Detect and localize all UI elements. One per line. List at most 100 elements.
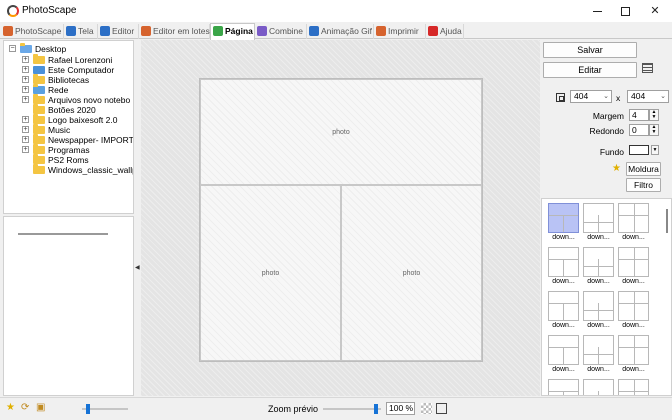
tab-label: Imprimir — [388, 26, 419, 36]
layout-template-item[interactable]: down... — [618, 203, 649, 243]
tab-combine[interactable]: Combine — [255, 24, 307, 39]
tree-item-desktop[interactable]: − Desktop — [4, 43, 132, 54]
zoom-preview-slider[interactable] — [323, 404, 381, 414]
tree-item[interactable]: + Bibliotecas — [4, 74, 132, 85]
editor-icon — [100, 26, 110, 36]
tree-item[interactable]: Windows_classic_wallp — [4, 164, 133, 175]
expand-toggle-icon[interactable]: + — [22, 76, 29, 83]
layout-template-item[interactable]: down... — [618, 247, 649, 287]
folder-files-panel[interactable] — [3, 216, 134, 396]
tab-editor[interactable]: Editor — [98, 24, 139, 39]
folder-tree[interactable]: − Desktop + Rafael Lorenzoni + Este Computado… — [3, 40, 134, 214]
collapse-arrow-icon[interactable]: ◀ — [135, 264, 140, 271]
folder-icon — [33, 94, 45, 104]
chevron-down-icon: ⌄ — [603, 93, 609, 100]
open-folder-icon[interactable]: ▣ — [36, 403, 46, 413]
fit-to-window-icon[interactable] — [436, 403, 447, 414]
margin-input[interactable]: 4 — [629, 109, 649, 121]
tree-item[interactable]: Botões 2020 — [4, 104, 132, 115]
tab-p-gina[interactable]: Página — [210, 23, 255, 40]
expand-toggle-icon[interactable]: + — [22, 66, 29, 73]
background-color-swatch[interactable] — [629, 145, 649, 155]
layout-template-caption: down... — [552, 366, 575, 373]
width-select[interactable]: 404 ⌄ — [570, 90, 612, 103]
tab-photoscape[interactable]: PhotoScape — [1, 24, 64, 39]
expand-toggle-icon[interactable]: + — [22, 96, 29, 103]
horizontal-scrollbar[interactable] — [18, 233, 108, 235]
favorite-star-icon[interactable]: ★ — [612, 163, 621, 174]
tree-item[interactable]: + Arquivos novo notebo — [4, 94, 132, 105]
layout-template-item[interactable]: down... — [583, 335, 614, 375]
expand-toggle-icon[interactable]: + — [22, 126, 29, 133]
height-select[interactable]: 404 ⌄ — [627, 90, 669, 103]
photo-cell[interactable]: photo — [200, 185, 341, 361]
tree-item[interactable]: + Newspapper- IMPORT — [4, 134, 133, 145]
expand-toggle-icon[interactable]: + — [22, 136, 29, 143]
photo-cell[interactable]: photo — [200, 79, 482, 185]
list-view-icon[interactable] — [642, 63, 653, 73]
layout-template-item[interactable]: down... — [583, 247, 614, 287]
photo-cell[interactable]: photo — [341, 185, 482, 361]
tree-item[interactable]: + Programas — [4, 144, 132, 155]
filter-button[interactable]: Filtro — [626, 178, 661, 192]
libraries-icon — [33, 74, 45, 84]
vertical-scrollbar[interactable] — [666, 209, 668, 233]
maximize-button[interactable] — [608, 0, 642, 22]
folder-icon — [33, 164, 45, 174]
expand-toggle-icon[interactable]: + — [22, 116, 29, 123]
folder-icon — [33, 134, 45, 144]
layout-template-item[interactable]: down... — [618, 379, 649, 395]
layout-templates-list[interactable]: down... down... down... down... down... down.… — [541, 198, 672, 396]
tab-anima-o-gif[interactable]: Animação Gif — [307, 24, 374, 39]
layout-template-item[interactable]: down... — [583, 203, 614, 243]
layout-preview-icon — [548, 247, 579, 277]
layout-template-item[interactable]: down... — [548, 247, 579, 287]
tree-item[interactable]: + Rafael Lorenzoni — [4, 54, 132, 65]
layout-template-item[interactable]: down... — [618, 291, 649, 331]
tree-item-label: Rafael Lorenzoni — [48, 55, 113, 65]
tab-imprimir[interactable]: Imprimir — [374, 24, 426, 39]
slider-knob[interactable] — [374, 404, 378, 414]
layout-template-caption: down... — [622, 366, 645, 373]
background-color-dropdown[interactable]: ▼ — [651, 145, 659, 155]
favorite-star-icon[interactable]: ★ — [6, 403, 16, 413]
layout-template-item[interactable]: down... — [548, 203, 579, 243]
tree-item[interactable]: PS2 Roms — [4, 154, 132, 165]
expand-toggle-icon[interactable]: + — [22, 86, 29, 93]
slider-knob[interactable] — [86, 404, 90, 414]
collapse-toggle-icon[interactable]: − — [9, 45, 16, 52]
layout-template-item[interactable]: down... — [548, 379, 579, 395]
tree-item[interactable]: + Rede — [4, 84, 132, 95]
layout-template-item[interactable]: down... — [583, 291, 614, 331]
tree-item[interactable]: + Logo baixesoft 2.0 — [4, 114, 132, 125]
layout-template-caption: down... — [587, 234, 610, 241]
transparency-toggle-icon[interactable] — [421, 403, 432, 414]
round-input[interactable]: 0 — [629, 124, 649, 136]
zoom-value[interactable]: 100 % — [386, 402, 415, 415]
panel-splitter[interactable]: ◀ — [134, 40, 140, 396]
expand-toggle-icon[interactable]: + — [22, 56, 29, 63]
frame-button[interactable]: Moldura — [626, 162, 661, 176]
tree-item[interactable]: + Music — [4, 124, 132, 135]
edit-button[interactable]: Editar — [543, 62, 637, 78]
page-layout[interactable]: photo photo photo — [199, 78, 483, 362]
tree-item[interactable]: + Este Computador — [4, 65, 132, 75]
save-button[interactable]: Salvar — [543, 42, 637, 58]
folder-icon — [33, 144, 45, 154]
refresh-icon[interactable]: ⟳ — [21, 403, 31, 413]
tab-tela[interactable]: Tela — [64, 24, 98, 39]
thumbnail-size-slider[interactable] — [82, 404, 128, 414]
layout-template-item[interactable]: down... — [548, 335, 579, 375]
tab-ajuda[interactable]: Ajuda — [426, 24, 464, 39]
margin-stepper[interactable]: ▲ ▼ — [649, 109, 659, 121]
layout-template-item[interactable]: down... — [618, 335, 649, 375]
round-stepper[interactable]: ▲ ▼ — [649, 124, 659, 136]
layout-template-item[interactable]: down... — [548, 291, 579, 331]
tab-editor-em-lotes[interactable]: Editor em lotes — [139, 24, 210, 39]
tab-label: Editor em lotes — [153, 26, 210, 36]
layout-template-item[interactable]: down... — [583, 379, 614, 395]
expand-toggle-icon[interactable]: + — [22, 146, 29, 153]
photoscape-window: PhotoScape ✕ PhotoScape Tela Editor Editor … — [0, 0, 672, 420]
close-button[interactable]: ✕ — [638, 0, 672, 22]
times-sign: x — [616, 93, 621, 103]
